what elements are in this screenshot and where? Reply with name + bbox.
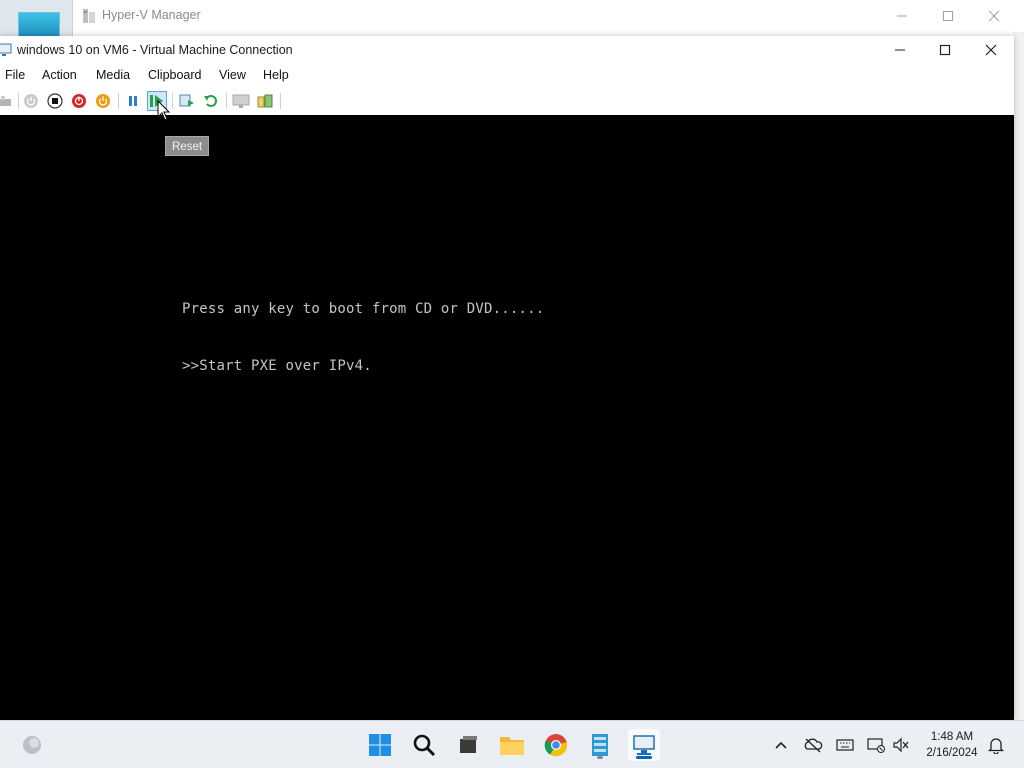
checkpoint-icon[interactable] (178, 92, 196, 110)
hyper-v-manager-edge (1013, 32, 1024, 720)
toolbar-separator (18, 93, 19, 109)
share-icon[interactable] (256, 92, 274, 110)
desktop-icon[interactable] (18, 12, 60, 38)
vm-connection-icon (0, 42, 12, 58)
network-icon[interactable] (866, 735, 886, 755)
widgets-icon[interactable] (16, 729, 48, 761)
minimize-button[interactable] (879, 2, 925, 30)
save-icon[interactable] (94, 92, 112, 110)
revert-icon[interactable] (202, 92, 220, 110)
server-manager-icon[interactable] (584, 729, 616, 761)
menu-media[interactable]: Media (96, 68, 130, 82)
chrome-icon[interactable] (540, 729, 572, 761)
running-indicator (597, 756, 603, 759)
chevron-up-icon[interactable] (771, 735, 791, 755)
menu-clipboard[interactable]: Clipboard (148, 68, 202, 82)
ctrl-alt-del-icon[interactable] (0, 92, 14, 110)
hyper-v-manager-icon (81, 8, 97, 24)
vm-connection-title: windows 10 on VM6 - Virtual Machine Conn… (17, 43, 293, 57)
toolbar-separator (226, 93, 227, 109)
file-explorer-icon[interactable] (496, 729, 528, 761)
clock-time: 1:48 AM (920, 729, 984, 745)
toolbar-separator (172, 93, 173, 109)
menu-view[interactable]: View (219, 68, 246, 82)
hyper-v-manager-title: Hyper-V Manager (102, 8, 201, 22)
active-indicator (636, 756, 652, 759)
keyboard-icon[interactable] (835, 735, 855, 755)
menu-bar: File Action Media Clipboard View Help (0, 64, 1014, 86)
clock-date: 2/16/2024 (920, 745, 984, 761)
system-clock[interactable]: 1:48 AM 2/16/2024 (920, 729, 984, 761)
enhanced-session-icon[interactable] (232, 92, 250, 110)
vm-maximize-button[interactable] (922, 36, 968, 64)
vm-connection-window: windows 10 on VM6 - Virtual Machine Conn… (0, 36, 1014, 720)
hyper-v-manager-taskbar-button[interactable] (628, 729, 660, 761)
close-button[interactable] (971, 2, 1017, 30)
start-icon[interactable] (22, 92, 40, 110)
console-line-2: >>Start PXE over IPv4. (182, 357, 544, 376)
pause-icon[interactable] (124, 92, 142, 110)
shut-down-icon[interactable] (70, 92, 88, 110)
vm-minimize-button[interactable] (877, 36, 923, 64)
toolbar-separator (280, 93, 281, 109)
reset-tooltip: Reset (165, 136, 209, 156)
start-button[interactable] (364, 729, 396, 761)
onedrive-offline-icon[interactable] (803, 735, 823, 755)
turn-off-icon[interactable] (46, 92, 64, 110)
menu-file[interactable]: File (5, 68, 25, 82)
vm-console-screen[interactable]: Press any key to boot from CD or DVD....… (0, 115, 1014, 720)
maximize-button[interactable] (925, 2, 971, 30)
volume-muted-icon[interactable] (891, 735, 911, 755)
vm-close-button[interactable] (968, 36, 1014, 64)
mouse-pointer-icon (157, 100, 171, 122)
taskbar: 1:48 AM 2/16/2024 (0, 720, 1024, 768)
menu-help[interactable]: Help (263, 68, 289, 82)
task-view-icon[interactable] (452, 729, 484, 761)
vm-connection-titlebar[interactable]: windows 10 on VM6 - Virtual Machine Conn… (0, 36, 1014, 64)
toolbar-separator (118, 93, 119, 109)
console-line-1: Press any key to boot from CD or DVD....… (182, 300, 544, 319)
console-output: Press any key to boot from CD or DVD....… (182, 262, 544, 414)
search-icon[interactable] (408, 729, 440, 761)
toolbar (0, 87, 1014, 115)
menu-action[interactable]: Action (42, 68, 77, 82)
notification-bell-icon[interactable] (986, 735, 1006, 755)
hyper-v-manager-titlebar[interactable]: Hyper-V Manager (73, 0, 1024, 32)
